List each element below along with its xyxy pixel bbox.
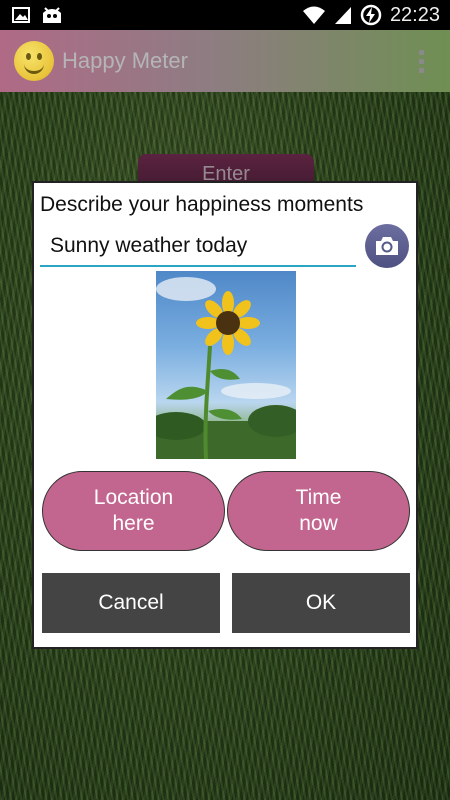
cancel-button[interactable]: Cancel — [42, 573, 220, 633]
image-icon — [12, 7, 30, 23]
ok-button[interactable]: OK — [232, 573, 410, 633]
action-bar: Happy Meter — [0, 30, 450, 92]
location-button[interactable]: Location here — [42, 471, 225, 551]
signal-icon — [334, 7, 351, 24]
dialog-title: Describe your happiness moments — [40, 193, 364, 216]
happiness-dialog: Describe your happiness moments Sunny we… — [32, 181, 418, 649]
sunflower-photo[interactable] — [156, 271, 296, 459]
app-title: Happy Meter — [62, 48, 188, 73]
moment-input-wrapper — [40, 227, 356, 267]
status-bar: 22:23 — [0, 0, 450, 30]
overflow-menu-icon[interactable] — [419, 49, 424, 73]
clock: 22:23 — [389, 3, 440, 26]
android-icon — [43, 7, 61, 23]
camera-icon — [376, 237, 398, 255]
battery-charging-icon — [360, 4, 382, 26]
camera-button[interactable] — [365, 224, 409, 268]
wifi-icon — [302, 6, 325, 24]
moment-input[interactable] — [40, 227, 356, 265]
smiley-icon[interactable] — [14, 41, 54, 81]
time-button[interactable]: Time now — [227, 471, 410, 551]
